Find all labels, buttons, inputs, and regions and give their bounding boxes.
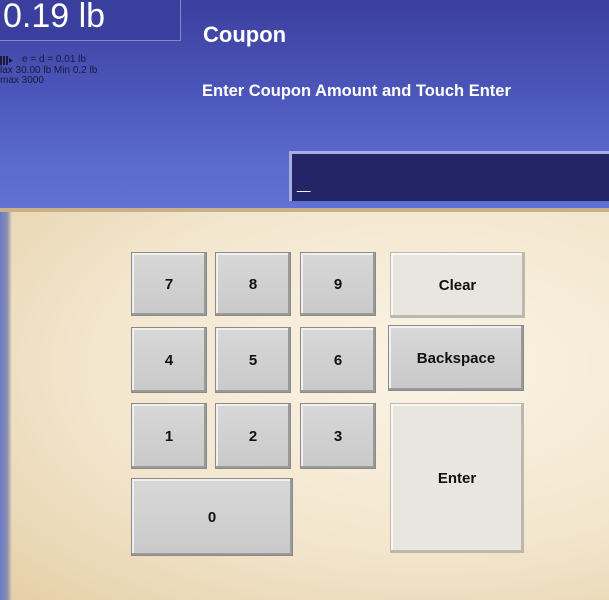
key-2[interactable]: 2 (215, 403, 291, 469)
header-banner: 0.19 lb e = d = 0.01 lb lax 30.00 lb Min… (0, 0, 609, 212)
key-0[interactable]: 0 (131, 478, 293, 556)
panel-left-edge (0, 212, 12, 600)
backspace-button[interactable]: Backspace (388, 325, 524, 391)
scale-status-icon (0, 55, 14, 65)
scale-max-text: max 3000 (0, 75, 44, 86)
key-6[interactable]: 6 (300, 327, 376, 393)
key-8[interactable]: 8 (215, 252, 291, 316)
coupon-amount-field[interactable]: _ (289, 151, 609, 201)
weight-display: 0.19 lb (0, 0, 181, 41)
instruction-text: Enter Coupon Amount and Touch Enter (202, 82, 511, 100)
weight-value: 0.19 lb (3, 0, 106, 35)
key-5[interactable]: 5 (215, 327, 291, 393)
clear-button[interactable]: Clear (390, 252, 525, 318)
coupon-amount-cursor: _ (297, 168, 311, 195)
key-1[interactable]: 1 (131, 403, 207, 469)
scale-division-text: e = d = 0.01 lb (22, 54, 86, 65)
key-3[interactable]: 3 (300, 403, 376, 469)
enter-button[interactable]: Enter (390, 403, 524, 553)
scale-info: e = d = 0.01 lb lax 30.00 lb Min 0.2 lb … (0, 54, 97, 87)
key-9[interactable]: 9 (300, 252, 376, 316)
key-7[interactable]: 7 (131, 252, 207, 316)
key-4[interactable]: 4 (131, 327, 207, 393)
page-title: Coupon (203, 22, 287, 47)
scale-info-row-1: e = d = 0.01 lb (0, 54, 97, 66)
